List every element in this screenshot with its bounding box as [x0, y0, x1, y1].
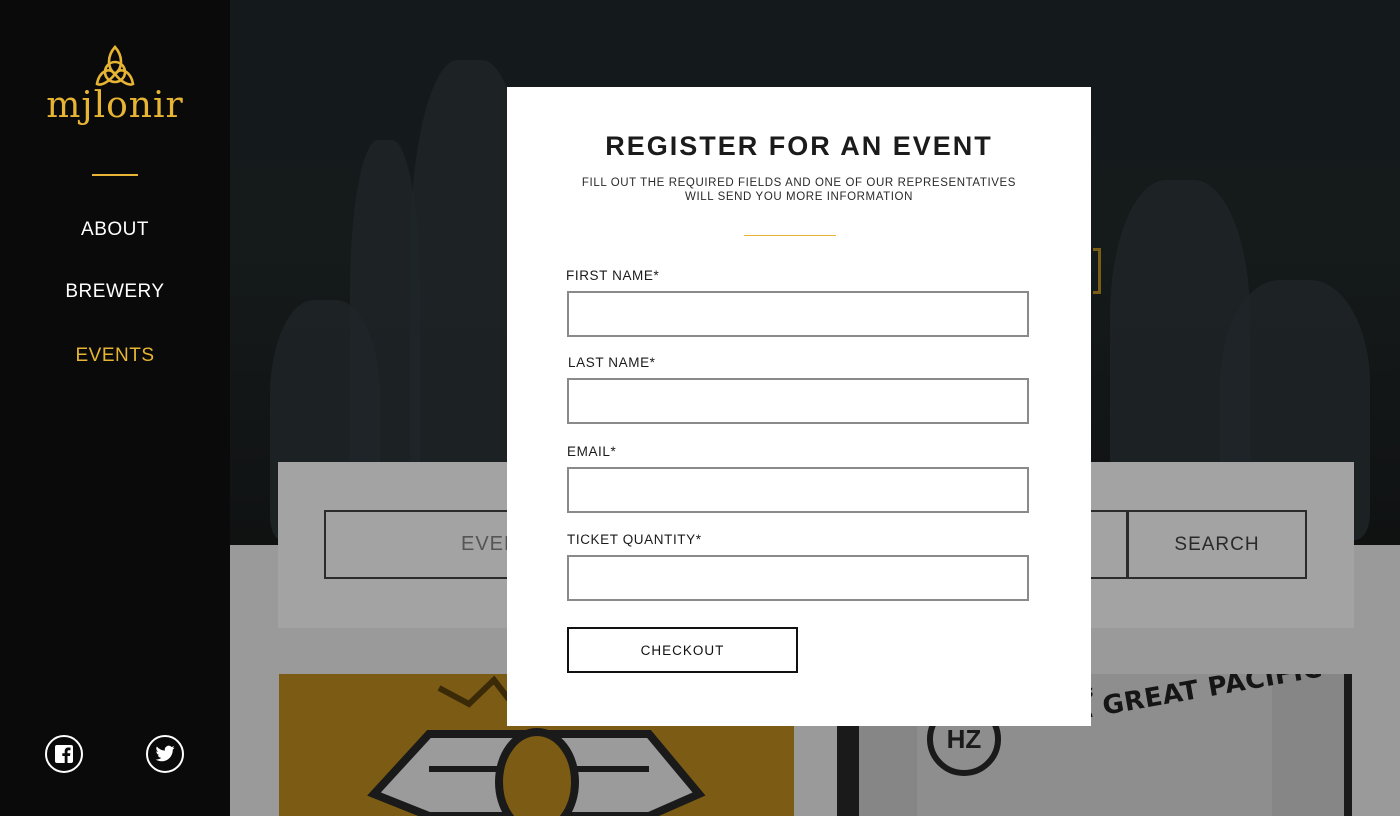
- email-input[interactable]: [567, 467, 1029, 513]
- nav-item-brewery[interactable]: BREWERY: [0, 281, 230, 303]
- last-name-label: LAST NAME*: [568, 355, 656, 370]
- ticket-quantity-label: TICKET QUANTITY*: [567, 532, 702, 547]
- checkout-button[interactable]: CHECKOUT: [567, 627, 798, 673]
- event-search-button[interactable]: SEARCH: [1127, 510, 1307, 579]
- modal-divider: [744, 235, 836, 236]
- hero-accent-bracket: [1093, 248, 1101, 294]
- ticket-quantity-input[interactable]: [567, 555, 1029, 601]
- modal-subtitle: FILL OUT THE REQUIRED FIELDS AND ONE OF …: [581, 177, 1017, 203]
- brand-wordmark: mjlonir: [46, 85, 184, 126]
- brand-logo[interactable]: mjlonir: [38, 44, 192, 132]
- first-name-label: FIRST NAME*: [566, 268, 660, 283]
- card-stripe: [1344, 674, 1352, 816]
- facebook-icon: [55, 745, 73, 763]
- twitter-icon: [155, 745, 175, 762]
- last-name-input[interactable]: [567, 378, 1029, 424]
- celtic-knot-icon: [95, 45, 135, 86]
- facebook-link[interactable]: [45, 735, 83, 773]
- email-label: EMAIL*: [567, 444, 617, 459]
- nav-item-events[interactable]: EVENTS: [0, 345, 230, 367]
- sidebar: mjlonir ABOUT BREWERY EVENTS: [0, 0, 230, 816]
- first-name-input[interactable]: [567, 291, 1029, 337]
- sidebar-divider: [92, 174, 138, 176]
- nav-item-about[interactable]: ABOUT: [0, 219, 230, 241]
- twitter-link[interactable]: [146, 735, 184, 773]
- modal-title: REGISTER FOR AN EVENT: [605, 131, 993, 161]
- register-modal: REGISTER FOR AN EVENT FILL OUT THE REQUI…: [507, 87, 1091, 726]
